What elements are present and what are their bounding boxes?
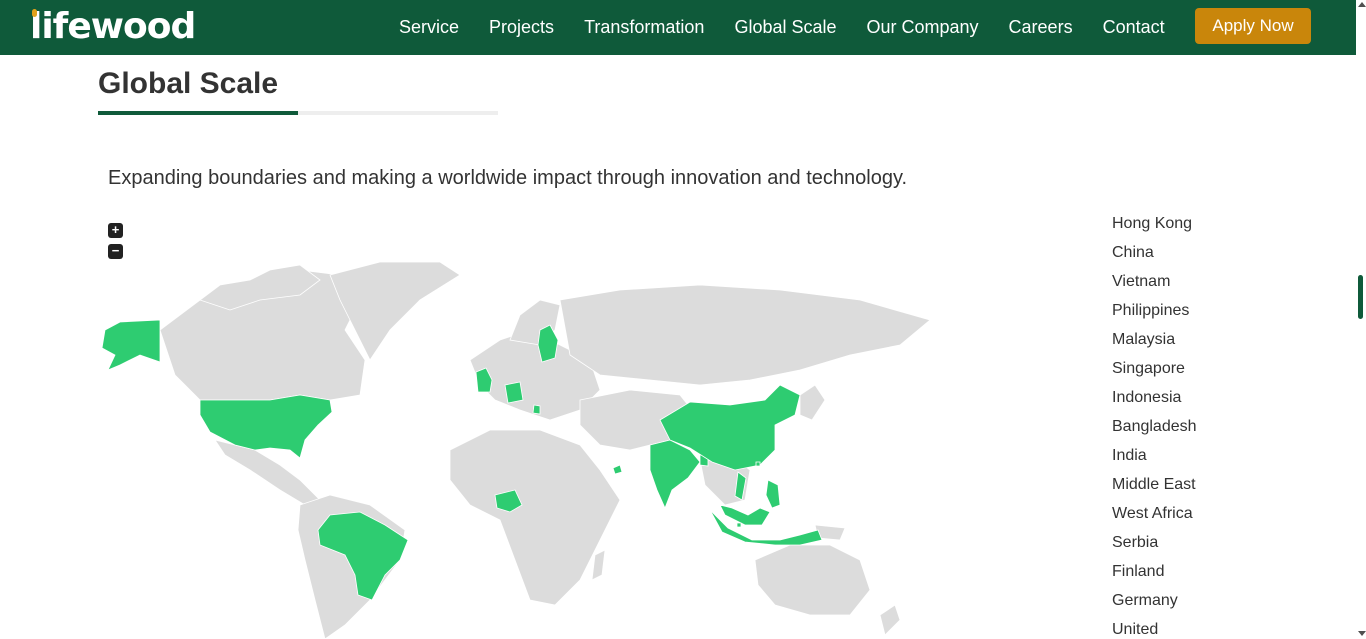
list-item[interactable]: Finland [1112, 562, 1197, 591]
country-united-states [199, 394, 333, 459]
logo-accent-dot [32, 9, 37, 17]
page-title: Global Scale [98, 67, 279, 100]
nav-transformation[interactable]: Transformation [584, 17, 704, 38]
page-scrollbar[interactable] [1356, 0, 1366, 639]
list-item[interactable]: Indonesia [1112, 388, 1197, 417]
section-subtitle: Expanding boundaries and making a worldw… [108, 167, 908, 189]
list-item[interactable]: Bangladesh [1112, 417, 1197, 446]
list-item[interactable]: India [1112, 446, 1197, 475]
country-philippines [765, 479, 781, 509]
nav-careers[interactable]: Careers [1009, 17, 1073, 38]
country-alaska [101, 319, 161, 371]
country-malaysia [719, 504, 771, 526]
list-item[interactable]: Philippines [1112, 301, 1197, 330]
main-nav: Service Projects Transformation Global S… [399, 0, 1195, 55]
land-madagascar [591, 549, 606, 581]
list-item[interactable]: Singapore [1112, 359, 1197, 388]
scroll-down-arrow-icon[interactable] [1358, 631, 1366, 636]
nav-our-company[interactable]: Our Company [867, 17, 979, 38]
list-item[interactable]: Hong Kong [1112, 214, 1197, 243]
country-hong-kong [755, 461, 761, 467]
scrollbar-thumb[interactable] [1358, 275, 1363, 319]
country-germany [504, 381, 524, 404]
list-item[interactable]: Middle East [1112, 475, 1197, 504]
country-list: Hong Kong China Vietnam Philippines Mala… [1112, 214, 1197, 639]
nav-contact[interactable]: Contact [1103, 17, 1165, 38]
top-navigation-bar: lifewood Service Projects Transformation… [0, 0, 1356, 55]
list-item[interactable]: Serbia [1112, 533, 1197, 562]
country-india [649, 439, 701, 510]
land-russia [559, 284, 931, 386]
list-item[interactable]: Vietnam [1112, 272, 1197, 301]
nav-service[interactable]: Service [399, 17, 459, 38]
nav-global-scale[interactable]: Global Scale [734, 17, 836, 38]
land-new-zealand [879, 604, 901, 636]
title-underline [98, 111, 298, 115]
zoom-in-button[interactable]: + [108, 223, 123, 238]
land-japan [799, 384, 826, 421]
land-mexico [214, 439, 321, 506]
list-item[interactable]: West Africa [1112, 504, 1197, 533]
country-serbia [532, 404, 541, 415]
list-item[interactable]: Malaysia [1112, 330, 1197, 359]
country-singapore [736, 522, 742, 528]
apply-now-button[interactable]: Apply Now [1195, 8, 1311, 44]
list-item[interactable]: United [1112, 620, 1197, 639]
list-item[interactable]: China [1112, 243, 1197, 272]
lifewood-logo[interactable]: lifewood [30, 6, 196, 47]
list-item[interactable]: Germany [1112, 591, 1197, 620]
world-map[interactable] [95, 255, 940, 639]
country-middle-east-uae [612, 464, 623, 475]
land-australia [754, 544, 871, 616]
scroll-up-arrow-icon[interactable] [1358, 2, 1366, 7]
nav-projects[interactable]: Projects [489, 17, 554, 38]
